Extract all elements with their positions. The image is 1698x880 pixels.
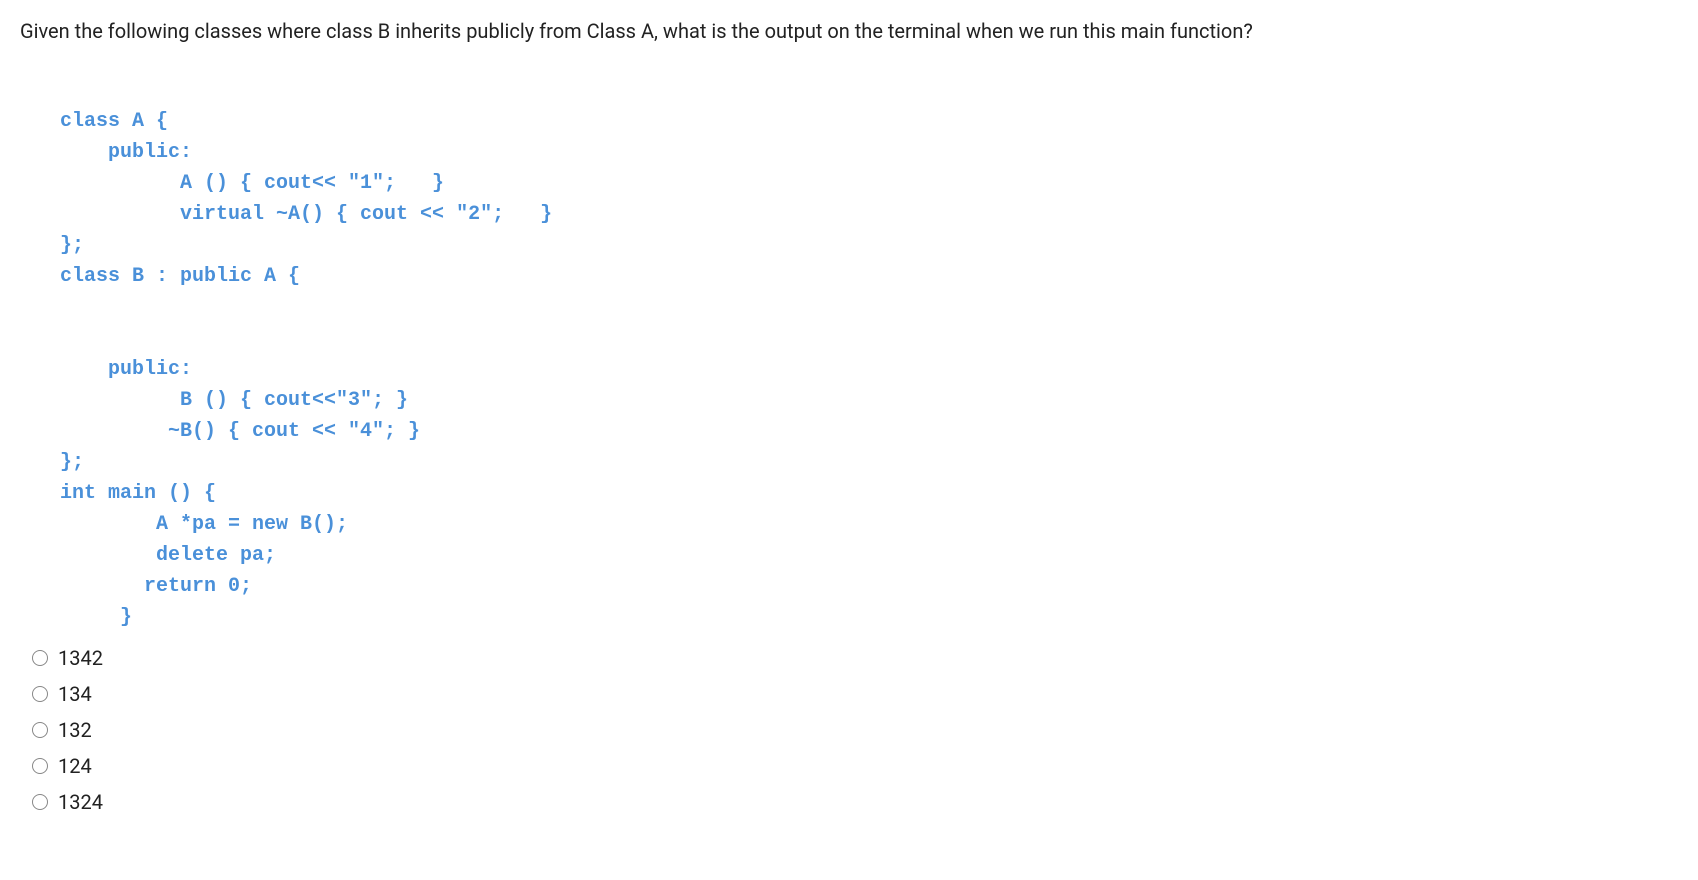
option-label: 132	[58, 715, 92, 745]
option-3[interactable]: 124	[32, 751, 1678, 781]
question-text: Given the following classes where class …	[20, 16, 1678, 46]
option-2[interactable]: 132	[32, 715, 1678, 745]
option-label: 134	[58, 679, 92, 709]
radio-icon[interactable]	[32, 722, 48, 738]
options-list: 1342 134 132 124 1324	[32, 643, 1678, 817]
radio-icon[interactable]	[32, 758, 48, 774]
option-label: 1324	[58, 787, 103, 817]
option-label: 124	[58, 751, 92, 781]
code-block: class A { public: A () { cout<< "1"; } v…	[60, 106, 1678, 633]
radio-icon[interactable]	[32, 794, 48, 810]
option-label: 1342	[58, 643, 103, 673]
option-1[interactable]: 134	[32, 679, 1678, 709]
option-4[interactable]: 1324	[32, 787, 1678, 817]
option-0[interactable]: 1342	[32, 643, 1678, 673]
radio-icon[interactable]	[32, 686, 48, 702]
radio-icon[interactable]	[32, 650, 48, 666]
